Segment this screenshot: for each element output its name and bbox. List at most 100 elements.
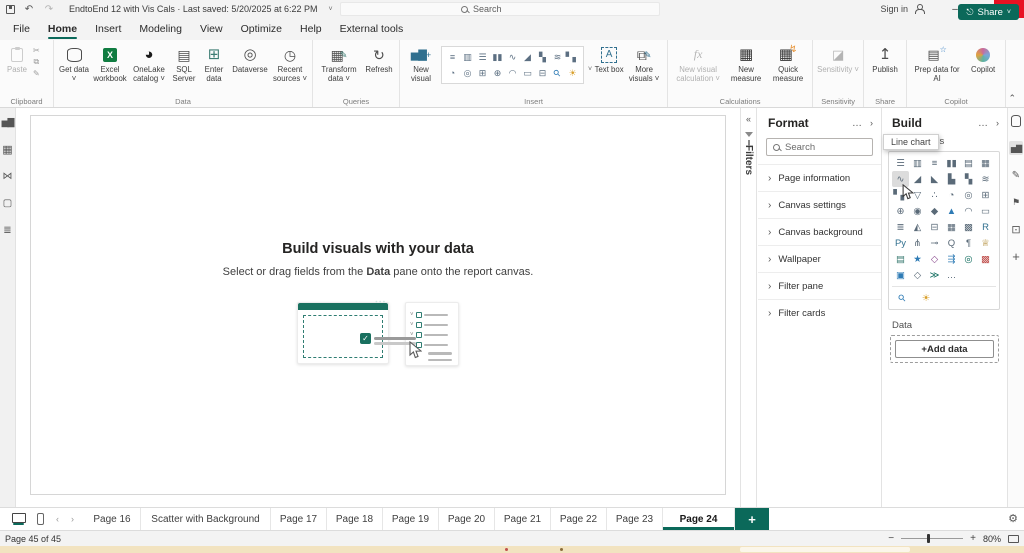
visual-clustered-column-chart[interactable]: ▮▮ bbox=[943, 155, 960, 171]
visual-stacked-area-chart[interactable]: ◣ bbox=[926, 171, 943, 187]
menu-file[interactable]: File bbox=[4, 18, 39, 40]
visual-more-options[interactable]: … bbox=[943, 267, 960, 283]
format-pane-collapse-icon[interactable]: › bbox=[870, 118, 873, 128]
gallery-map-icon[interactable]: ⊕ bbox=[490, 65, 505, 81]
visual-arcgis-map[interactable]: ★ bbox=[909, 251, 926, 267]
visual-card[interactable]: ▭ bbox=[977, 203, 994, 219]
menu-insert[interactable]: Insert bbox=[86, 18, 130, 40]
visual-python[interactable]: Py bbox=[892, 235, 909, 251]
transform-data-button[interactable]: Transform data ˅ bbox=[316, 43, 362, 84]
settings-gear-icon[interactable]: ⚙ bbox=[1008, 512, 1018, 525]
visual-table[interactable]: ▦ bbox=[943, 219, 960, 235]
visual-line-clustered-column-chart[interactable]: ▚ bbox=[960, 171, 977, 187]
gallery-combo-chart-icon[interactable]: ▚ bbox=[535, 49, 550, 65]
filters-pane-collapsed[interactable]: « Filters bbox=[740, 108, 757, 507]
visual-qa[interactable]: Q bbox=[943, 235, 960, 251]
visual-ribbon-chart[interactable]: ≋ bbox=[977, 171, 994, 187]
gallery-more-icon[interactable]: ☀ bbox=[565, 65, 580, 81]
visual-stacked-bar-chart[interactable]: ☰ bbox=[892, 155, 909, 171]
save-icon[interactable] bbox=[6, 4, 15, 14]
page-tab-16[interactable]: Page 16 bbox=[84, 508, 141, 530]
visual-decomposition-tree[interactable]: ⋔ bbox=[909, 235, 926, 251]
format-section-filter-cards[interactable]: Filter cards bbox=[758, 299, 881, 326]
publish-button[interactable]: Publish bbox=[867, 43, 903, 75]
data-pane-icon[interactable] bbox=[1009, 114, 1023, 128]
zoom-out-icon[interactable]: − bbox=[888, 533, 894, 544]
visual-kpi[interactable]: ◭ bbox=[909, 219, 926, 235]
visual-smart-narrative[interactable]: ¶ bbox=[960, 235, 977, 251]
visual-shape[interactable]: ◇ bbox=[909, 267, 926, 283]
recent-sources-button[interactable]: Recent sources ˅ bbox=[271, 43, 309, 84]
visual-treemap[interactable]: ⊞ bbox=[977, 187, 994, 203]
model-view-icon[interactable] bbox=[1, 170, 14, 183]
gallery-search-icon[interactable]: ⚲ bbox=[550, 65, 565, 81]
zoom-in-icon[interactable]: + bbox=[970, 533, 976, 544]
add-data-button[interactable]: +Add data bbox=[895, 340, 994, 358]
page-tab-21[interactable]: Page 21 bbox=[495, 508, 551, 530]
format-pane-icon[interactable] bbox=[1009, 168, 1023, 182]
quick-measure-button[interactable]: Quick measure bbox=[767, 43, 809, 84]
visual-custom-1[interactable]: ▩ bbox=[977, 251, 994, 267]
get-more-visuals-icon[interactable]: ☀ bbox=[919, 290, 933, 306]
format-section-page-information[interactable]: Page information bbox=[758, 164, 881, 191]
gallery-area-chart-icon[interactable]: ◢ bbox=[520, 49, 535, 65]
report-page[interactable]: Build visuals with your data Select or d… bbox=[30, 115, 726, 495]
table-view-icon[interactable] bbox=[1, 143, 14, 156]
visual-stacked-column-chart[interactable]: ▥ bbox=[909, 155, 926, 171]
visual-multi-row-card[interactable]: ≣ bbox=[892, 219, 909, 235]
menu-external-tools[interactable]: External tools bbox=[331, 18, 413, 40]
visual-metrics[interactable]: ♕ bbox=[977, 235, 994, 251]
cut-icon[interactable]: ✂ bbox=[33, 46, 40, 55]
gallery-gauge-icon[interactable]: ◠ bbox=[505, 65, 520, 81]
collapse-ribbon-icon[interactable]: ⌃ bbox=[1008, 93, 1016, 104]
account-icon[interactable] bbox=[914, 4, 925, 14]
fit-to-page-icon[interactable] bbox=[1008, 534, 1019, 543]
menu-modeling[interactable]: Modeling bbox=[130, 18, 191, 40]
visual-matrix[interactable]: ▩ bbox=[960, 219, 977, 235]
format-section-canvas-background[interactable]: Canvas background bbox=[758, 218, 881, 245]
format-section-wallpaper[interactable]: Wallpaper bbox=[758, 245, 881, 272]
text-box-button[interactable]: Text box bbox=[594, 43, 624, 75]
page-tab-20[interactable]: Page 20 bbox=[439, 508, 495, 530]
report-view-icon[interactable] bbox=[1, 116, 14, 129]
gallery-clustered-bar-icon[interactable]: ☰ bbox=[475, 49, 490, 65]
new-measure-button[interactable]: New measure bbox=[725, 43, 767, 84]
gallery-pie-icon[interactable]: ◔ bbox=[445, 65, 460, 81]
copy-icon[interactable]: ⧉ bbox=[33, 57, 40, 67]
format-painter-icon[interactable]: ✎ bbox=[33, 69, 40, 78]
sign-in-link[interactable]: Sign in bbox=[880, 4, 908, 14]
visual-filled-map[interactable]: ◉ bbox=[909, 203, 926, 219]
visual-donut-chart[interactable]: ◎ bbox=[960, 187, 977, 203]
gallery-dropdown-icon[interactable]: ˅ bbox=[588, 66, 592, 73]
zoom-slider[interactable] bbox=[901, 534, 964, 543]
undo-icon[interactable]: ↶ bbox=[23, 4, 35, 15]
build-pane-collapse-icon[interactable]: › bbox=[996, 118, 999, 128]
page-tab-scatter[interactable]: Scatter with Background bbox=[141, 508, 271, 530]
visual-shape-map[interactable]: ◆ bbox=[926, 203, 943, 219]
expand-filters-icon[interactable]: « bbox=[746, 114, 751, 124]
page-tab-24[interactable]: Page 24 bbox=[663, 508, 735, 530]
gallery-donut-icon[interactable]: ◎ bbox=[460, 65, 475, 81]
excel-workbook-button[interactable]: Excel workbook bbox=[91, 43, 129, 84]
new-page-button[interactable]: + bbox=[735, 508, 769, 530]
paste-button[interactable]: Paste bbox=[3, 43, 31, 75]
visual-100-stacked-bar-chart[interactable]: ▤ bbox=[960, 155, 977, 171]
dax-query-view-icon[interactable] bbox=[1, 197, 14, 210]
gallery-treemap-icon[interactable]: ⊞ bbox=[475, 65, 490, 81]
gallery-line-chart-icon[interactable]: ∿ bbox=[505, 49, 520, 65]
bookmarks-icon[interactable] bbox=[1009, 195, 1023, 209]
copilot-button[interactable]: Copilot bbox=[964, 43, 1002, 84]
menu-view[interactable]: View bbox=[191, 18, 232, 40]
page-tab-18[interactable]: Page 18 bbox=[327, 508, 383, 530]
gallery-stacked-column-icon[interactable]: ▥ bbox=[460, 49, 475, 65]
visual-line-stacked-column-chart[interactable]: ▙ bbox=[943, 171, 960, 187]
selection-pane-icon[interactable] bbox=[1009, 222, 1023, 236]
sql-server-button[interactable]: SQL Server bbox=[169, 43, 199, 84]
dataverse-button[interactable]: Dataverse bbox=[229, 43, 271, 84]
visual-scatter-chart[interactable]: ∴ bbox=[926, 187, 943, 203]
page-tab-19[interactable]: Page 19 bbox=[383, 508, 439, 530]
enter-data-button[interactable]: Enter data bbox=[199, 43, 229, 84]
zoom-slider-thumb[interactable] bbox=[927, 534, 931, 543]
visual-map[interactable]: ⊕ bbox=[892, 203, 909, 219]
visual-custom-3[interactable]: ≫ bbox=[926, 267, 943, 283]
